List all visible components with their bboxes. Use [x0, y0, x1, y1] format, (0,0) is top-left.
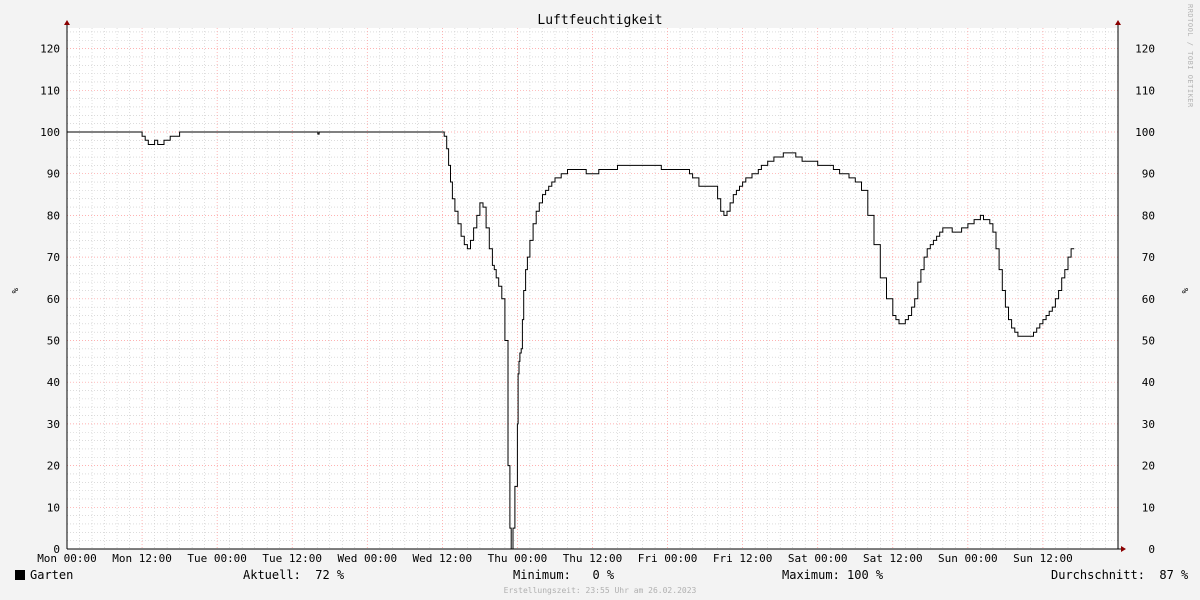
y-tick-label: 80 [1142, 209, 1155, 222]
y-tick-label: 100 [40, 126, 60, 139]
y-axis-left-arrow [64, 20, 70, 25]
x-tick-label: Wed 12:00 [413, 552, 473, 565]
x-axis-arrow [1121, 546, 1126, 552]
y-tick-label: 30 [47, 418, 60, 431]
y-axis-left-ticks: 0102030405060708090100110120 [40, 43, 60, 556]
y-tick-label: 50 [47, 335, 60, 348]
y-tick-label: 20 [47, 460, 60, 473]
x-tick-label: Sat 12:00 [863, 552, 923, 565]
legend-aktuell: Aktuell: 72 % [243, 568, 345, 582]
y-tick-label: 70 [47, 251, 60, 264]
y-axis-right-arrow [1115, 20, 1121, 25]
y-tick-label: 60 [1142, 293, 1155, 306]
y-tick-label: 120 [1135, 43, 1155, 56]
y-axis-label-right: % [1179, 288, 1189, 294]
y-tick-label: 90 [47, 168, 60, 181]
x-axis-ticks: Mon 00:00 Mon 12:00 Tue 00:00 Tue 12:00 Wed … [37, 552, 1073, 565]
x-tick-label: Tue 12:00 [262, 552, 322, 565]
x-tick-label: Fri 12:00 [713, 552, 773, 565]
x-tick-label: Tue 00:00 [187, 552, 247, 565]
y-tick-label: 110 [40, 84, 60, 97]
x-tick-label: Wed 00:00 [337, 552, 397, 565]
legend-maximum: Maximum: 100 % [782, 568, 884, 582]
y-tick-label: 50 [1142, 335, 1155, 348]
x-tick-label: Thu 12:00 [563, 552, 623, 565]
y-tick-label: 120 [40, 43, 60, 56]
footer-timestamp: Erstellungszeit: 23:55 Uhr am 26.02.2023 [503, 586, 697, 595]
y-tick-label: 40 [1142, 376, 1155, 389]
y-tick-label: 110 [1135, 84, 1155, 97]
y-axis-label-left: % [9, 288, 19, 294]
y-tick-label: 10 [1142, 501, 1155, 514]
x-tick-label: Sun 12:00 [1013, 552, 1073, 565]
y-tick-label: 70 [1142, 251, 1155, 264]
x-tick-label: Fri 00:00 [638, 552, 698, 565]
x-tick-label: Sat 00:00 [788, 552, 848, 565]
x-tick-label: Mon 00:00 [37, 552, 97, 565]
y-tick-label: 30 [1142, 418, 1155, 431]
humidity-chart: 0 10 20 30 40 50 60 70 80 90 100 110 120 0 10 20 30 40 50… [9, 13, 1189, 565]
x-tick-label: Thu 00:00 [488, 552, 548, 565]
legend-series-label: Garten [30, 568, 74, 582]
y-tick-label: 80 [47, 209, 60, 222]
x-tick-label: Mon 12:00 [112, 552, 172, 565]
rrdtool-watermark: RRDTOOL / TOBI OETIKER [1186, 4, 1194, 108]
y-tick-label: 60 [47, 293, 60, 306]
legend-durchschnitt: Durchschnitt: 87 % [1051, 568, 1189, 582]
y-tick-label: 20 [1142, 460, 1155, 473]
legend-minimum: Minimum: 0 % [513, 568, 615, 582]
x-tick-label: Sun 00:00 [938, 552, 998, 565]
y-tick-label: 100 [1135, 126, 1155, 139]
y-tick-label: 10 [47, 501, 60, 514]
y-tick-label: 40 [47, 376, 60, 389]
y-tick-label: 0 [1148, 543, 1155, 556]
chart-title: Luftfeuchtigkeit [537, 13, 662, 28]
legend-row: Garten Aktuell: 72 % Minimum: 0 % Maximu… [0, 568, 1200, 584]
y-tick-label: 90 [1142, 168, 1155, 181]
chart-canvas: 0 10 20 30 40 50 60 70 80 90 100 110 120 0 10 20 30 40 50… [0, 0, 1200, 600]
y-axis-right-ticks: 0 10 20 30 40 50 60 70 80 90 100 110 120 [1135, 43, 1155, 556]
